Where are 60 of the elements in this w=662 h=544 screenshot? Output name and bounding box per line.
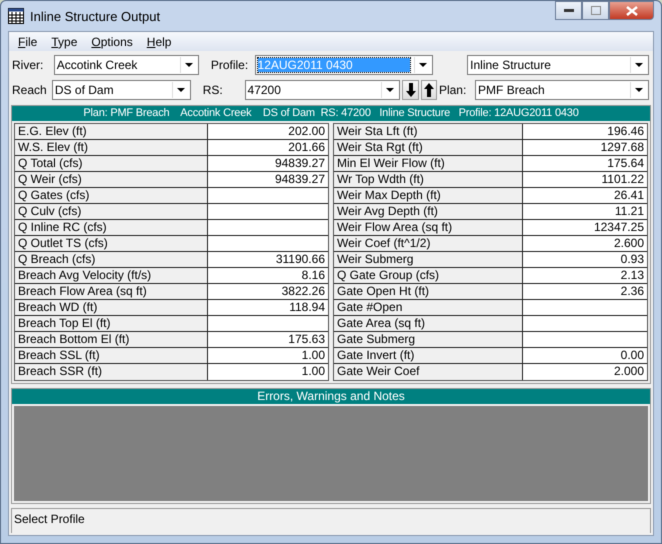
field-label: Reach [12,83,48,97]
output-header: Plan: PMF Breach Accotink Creek DS of Dam RS: 47200 Inline Structure Profile: 12AUG2011 0430 [83,106,579,121]
grid-icon [8,8,24,24]
field-label: Profile: [210,58,250,72]
close-icon [626,6,638,16]
table-cell: 175.64 [523,156,647,171]
table-cell: Weir Submerg [334,252,523,267]
table-cell: 12347.25 [523,220,647,235]
field-label: Plan: [438,83,468,97]
table-cell: Weir Flow Area (sq ft) [334,220,523,235]
minimize-button[interactable] [555,1,582,20]
structure-type-dropdown[interactable]: Inline Structure [467,55,650,75]
menu-item[interactable]: Help [140,34,178,48]
table-cell: 8.16 [208,268,328,283]
table-cell: 2.600 [523,236,647,251]
river-dropdown[interactable]: Accotink Creek [54,55,199,75]
menu-item[interactable]: Type [44,34,84,48]
table-cell: 31190.66 [208,252,328,267]
table-cell: Weir Sta Lft (ft) [334,124,523,139]
status-bar: Select Profile [11,508,651,533]
table-cell: 175.63 [208,332,328,347]
window-title: Inline Structure Output [30,8,160,24]
up-arrow-button[interactable] [420,80,437,100]
menu-item[interactable]: Options [84,34,140,48]
table-cell: W.S. Elev (ft) [15,140,208,155]
close-button[interactable] [609,1,654,20]
table-cell: Weir Max Depth (ft) [334,188,523,203]
table-cell: 1.00 [208,364,328,380]
table-cell: Weir Avg Depth (ft) [334,204,523,219]
plan-dropdown[interactable]: PMF Breach [475,80,650,100]
table-cell: 201.66 [208,140,328,155]
table-cell: 118.94 [208,300,328,315]
table-cell: 2.36 [523,284,647,299]
minimize-icon [564,8,574,12]
table-cell: Wr Top Wdth (ft) [334,172,523,187]
table-cell: 196.46 [523,124,647,139]
table-cell: 2.000 [523,364,647,380]
down-arrow-button[interactable] [402,80,419,100]
table-cell: Weir Coef (ft^1/2) [334,236,523,251]
errors-header: Errors, Warnings and Notes [12,389,650,404]
field-label: RS: [202,83,224,97]
table-cell: 0.93 [523,252,647,267]
table-cell: 1.00 [208,348,328,363]
rs-dropdown[interactable]: 47200 [244,80,400,100]
table-cell: 1101.22 [523,172,647,187]
table-cell: 1297.68 [523,140,647,155]
table-cell: 0.00 [523,348,647,363]
table-cell: 11.21 [523,204,647,219]
table-cell: 94839.27 [208,172,328,187]
menu-item[interactable]: File [11,34,44,48]
maximize-button[interactable] [582,1,609,20]
table-cell: 26.41 [523,188,647,203]
table-cell: 3822.26 [208,284,328,299]
field-label: River: [12,58,44,72]
reach-dropdown[interactable]: DS of Dam [52,80,191,100]
table-cell: 2.13 [523,268,647,283]
table-cell: 202.00 [208,124,328,139]
maximize-icon [590,6,600,15]
table-cell: Weir Sta Rgt (ft) [334,140,523,155]
table-cell: 94839.27 [208,156,328,171]
